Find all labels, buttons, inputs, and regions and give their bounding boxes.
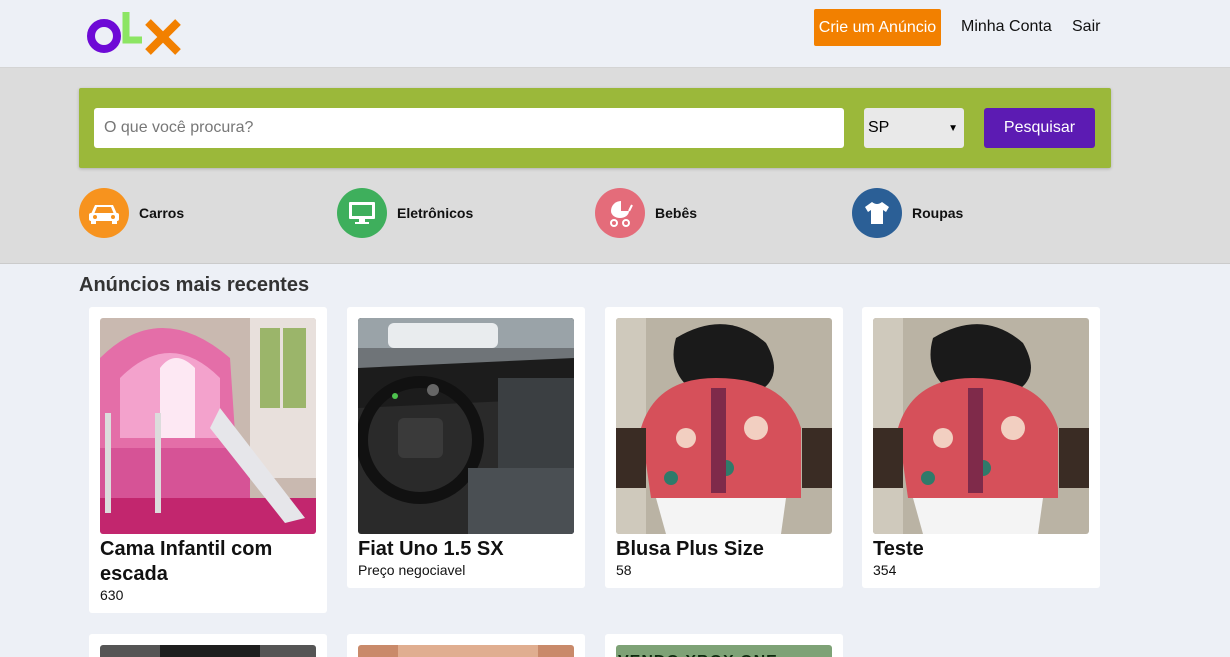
ad-title[interactable]: Fiat Uno 1.5 SX xyxy=(358,537,574,562)
state-select[interactable]: SP ▼ xyxy=(864,108,964,148)
category-label: Eletrônicos xyxy=(397,205,474,221)
ad-price: 630 xyxy=(100,587,124,603)
ad-price: 58 xyxy=(616,562,632,578)
category-electronics[interactable]: Eletrônicos xyxy=(337,187,473,239)
ad-image[interactable]: VENDO XBOX ONE xyxy=(616,645,832,657)
search-box: SP ▼ Pesquisar xyxy=(79,88,1111,168)
ad-card[interactable] xyxy=(89,634,327,657)
ad-card[interactable]: VENDO XBOX ONE xyxy=(605,634,843,657)
ad-title[interactable]: Teste xyxy=(873,537,1089,562)
ad-image[interactable] xyxy=(358,318,574,534)
search-area: SP ▼ Pesquisar Carros xyxy=(0,68,1230,264)
ad-title[interactable]: Blusa Plus Size xyxy=(616,537,832,562)
create-ad-button[interactable]: Crie um Anúncio xyxy=(814,9,941,46)
baby-stroller-icon xyxy=(595,188,645,238)
ad-price: 354 xyxy=(873,562,897,578)
category-clothes[interactable]: Roupas xyxy=(852,187,963,239)
my-account-link[interactable]: Minha Conta xyxy=(961,18,1052,36)
category-label: Roupas xyxy=(912,205,964,221)
ad-image[interactable] xyxy=(100,645,316,657)
logout-link[interactable]: Sair xyxy=(1072,18,1100,36)
ad-image[interactable] xyxy=(616,318,832,534)
ad-image-text: VENDO XBOX ONE xyxy=(616,645,832,657)
category-cars[interactable]: Carros xyxy=(79,187,184,239)
monitor-icon xyxy=(337,188,387,238)
ad-title[interactable]: Cama Infantil com escada xyxy=(100,537,316,587)
car-icon xyxy=(79,188,129,238)
ad-image[interactable] xyxy=(100,318,316,534)
search-button[interactable]: Pesquisar xyxy=(984,108,1095,148)
dropdown-caret-icon: ▼ xyxy=(948,122,958,134)
tshirt-icon xyxy=(852,188,902,238)
ad-card[interactable]: Fiat Uno 1.5 SX Preço negociavel xyxy=(347,307,585,588)
header-bar: Crie um Anúncio Minha Conta Sair xyxy=(0,0,1230,68)
olx-logo[interactable] xyxy=(86,8,184,56)
search-input[interactable] xyxy=(94,108,844,148)
ad-card[interactable]: Blusa Plus Size 58 xyxy=(605,307,843,588)
category-label: Carros xyxy=(139,205,185,221)
section-title: Anúncios mais recentes xyxy=(79,274,310,296)
state-select-value: SP xyxy=(868,119,890,136)
ad-image[interactable] xyxy=(873,318,1089,534)
ad-card[interactable]: Cama Infantil com escada 630 xyxy=(89,307,327,613)
category-label: Bebês xyxy=(655,205,698,221)
ad-image[interactable] xyxy=(358,645,574,657)
ad-card[interactable] xyxy=(347,634,585,657)
category-babies[interactable]: Bebês xyxy=(595,187,697,239)
ad-price: Preço negociavel xyxy=(358,562,466,578)
ad-card[interactable]: Teste 354 xyxy=(862,307,1100,588)
